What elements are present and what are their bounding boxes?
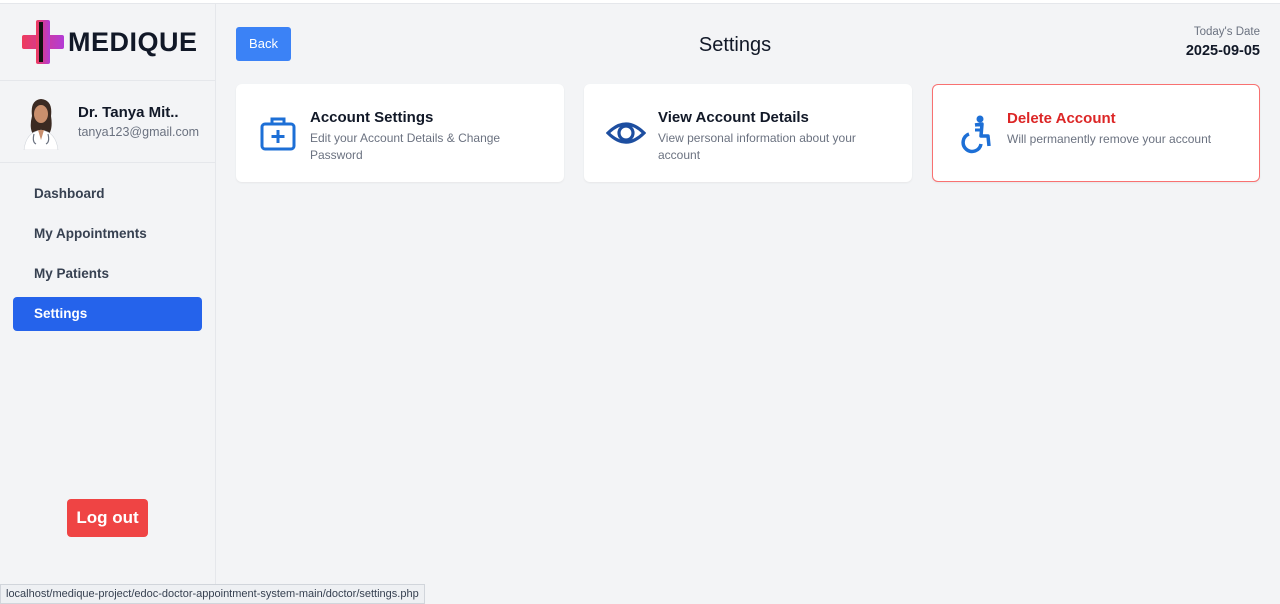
date-label: Today's Date bbox=[1193, 26, 1260, 38]
avatar bbox=[20, 93, 62, 150]
card-description: Will permanently remove your account bbox=[1007, 132, 1212, 146]
profile-email: tanya123@gmail.com bbox=[78, 125, 200, 139]
sidebar-item-dashboard[interactable]: Dashboard bbox=[13, 177, 202, 211]
logout-button[interactable]: Log out bbox=[67, 499, 148, 537]
main-content: Back Settings Today's Date 2025-09-05 Ac… bbox=[217, 4, 1280, 604]
card-title: View Account Details bbox=[658, 109, 809, 126]
sidebar-nav: Dashboard My Appointments My Patients Se… bbox=[0, 163, 215, 331]
view-account-details-card[interactable]: View Account Details View personal infor… bbox=[584, 84, 912, 182]
account-settings-card[interactable]: Account Settings Edit your Account Detai… bbox=[236, 84, 564, 182]
wheelchair-icon bbox=[961, 115, 991, 154]
date-value: 2025-09-05 bbox=[1185, 43, 1260, 59]
delete-account-card[interactable]: Delete Account Will permanently remove y… bbox=[932, 84, 1260, 182]
medical-kit-icon bbox=[260, 117, 296, 151]
card-description: Edit your Account Details & Change Passw… bbox=[310, 131, 501, 162]
brand-name: MEDIQUE bbox=[68, 26, 198, 57]
logo[interactable]: MEDIQUE bbox=[0, 4, 215, 81]
profile-block: Dr. Tanya Mit.. tanya123@gmail.com bbox=[0, 81, 215, 163]
page-title: Settings bbox=[698, 34, 772, 56]
sidebar: MEDIQUE Dr. Tanya Mit.. tanya123@gmail.c… bbox=[0, 4, 216, 604]
card-title: Account Settings bbox=[310, 109, 434, 126]
card-description: View personal information about your acc… bbox=[658, 131, 856, 162]
sidebar-item-my-patients[interactable]: My Patients bbox=[13, 257, 202, 291]
medical-cross-logo-icon bbox=[22, 20, 64, 64]
card-title: Delete Account bbox=[1007, 110, 1116, 127]
date-display: Today's Date 2025-09-05 bbox=[1186, 26, 1260, 59]
browser-status-bar: localhost/medique-project/edoc-doctor-ap… bbox=[0, 584, 425, 604]
profile-name: Dr. Tanya Mit.. bbox=[78, 104, 179, 121]
sidebar-item-my-appointments[interactable]: My Appointments bbox=[13, 217, 202, 251]
sidebar-item-settings[interactable]: Settings bbox=[13, 297, 202, 331]
eye-icon bbox=[606, 122, 646, 144]
